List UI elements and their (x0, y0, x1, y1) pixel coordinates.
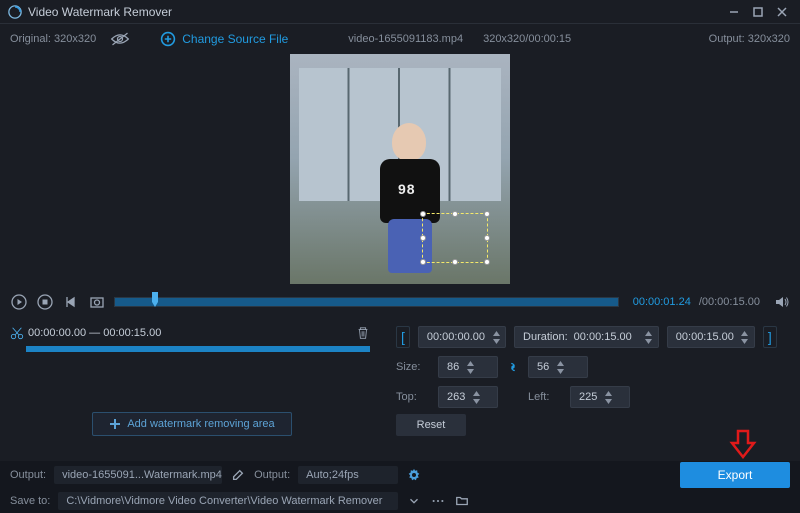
maximize-button[interactable] (748, 4, 768, 20)
step-forward-button[interactable] (62, 293, 80, 311)
volume-icon[interactable] (774, 294, 790, 310)
original-dims-label: Original: 320x320 (10, 33, 96, 45)
saveto-row: Save to: C:\Vidmore\Vidmore Video Conver… (0, 489, 800, 513)
reset-button[interactable]: Reset (396, 414, 466, 436)
video-preview (0, 54, 800, 288)
left-input[interactable]: 225 (570, 386, 630, 408)
open-folder-icon[interactable] (454, 493, 470, 509)
end-time-input[interactable]: 00:00:15.00 (667, 326, 755, 348)
time-current: 00:00:01.24 (633, 296, 691, 308)
segment-row[interactable]: 00:00:00.00 — 00:00:15.00 (10, 324, 370, 342)
snapshot-button[interactable] (88, 293, 106, 311)
saveto-label: Save to: (10, 495, 50, 507)
top-input[interactable]: 263 (438, 386, 498, 408)
app-title: Video Watermark Remover (28, 5, 720, 19)
time-total: /00:00:15.00 (699, 296, 760, 308)
seek-fill (115, 298, 618, 306)
segments-panel: 00:00:00.00 — 00:00:15.00 Add watermark … (0, 320, 380, 440)
output-label: Output: (10, 469, 46, 481)
size-row: Size: 86 56 (396, 354, 784, 380)
output-format-label: Output: (254, 469, 290, 481)
size-label: Size: (396, 361, 430, 373)
start-time-input[interactable]: 00:00:00.00 (418, 326, 506, 348)
seek-thumb[interactable] (150, 292, 160, 308)
height-input[interactable]: 56 (528, 356, 588, 378)
output-dims-label: Output: 320x320 (709, 33, 790, 45)
mid-panels: 00:00:00.00 — 00:00:15.00 Add watermark … (0, 320, 800, 440)
position-row: Top: 263 Left: 225 (396, 384, 784, 410)
stop-button[interactable] (36, 293, 54, 311)
plus-circle-icon (160, 31, 176, 47)
spin-down-icon[interactable] (491, 337, 501, 345)
source-bar: Original: 320x320 Change Source File vid… (0, 24, 800, 54)
set-end-button[interactable]: ] (763, 326, 777, 348)
segment-range: 00:00:00.00 — 00:00:15.00 (28, 327, 356, 339)
output-row: Output: video-1655091...Watermark.mp4 Ou… (0, 461, 800, 489)
bottom-bar: Output: video-1655091...Watermark.mp4 Ou… (0, 461, 800, 513)
properties-panel: [ 00:00:00.00 Duration:00:00:15.00 00:00… (380, 320, 800, 440)
source-filename: video-1655091183.mp4 (348, 33, 463, 45)
titlebar: Video Watermark Remover (0, 0, 800, 24)
minimize-button[interactable] (724, 4, 744, 20)
export-button[interactable]: Export (680, 462, 790, 488)
segment-bar[interactable] (26, 346, 370, 352)
add-watermark-area-button[interactable]: Add watermark removing area (92, 412, 292, 436)
output-filename[interactable]: video-1655091...Watermark.mp4 (54, 466, 222, 484)
link-aspect-icon[interactable] (506, 360, 520, 374)
spin-up-icon[interactable] (491, 329, 501, 337)
edit-output-name-icon[interactable] (230, 467, 246, 483)
more-options-icon[interactable] (430, 493, 446, 509)
cut-icon (10, 326, 24, 340)
preview-toggle-icon[interactable] (110, 32, 130, 46)
save-path-dropdown-icon[interactable] (406, 493, 422, 509)
plus-icon (109, 418, 121, 430)
play-button[interactable] (10, 293, 28, 311)
change-source-button[interactable]: Change Source File (160, 31, 288, 47)
source-dims-duration: 320x320/00:00:15 (483, 33, 571, 45)
top-label: Top: (396, 391, 430, 403)
set-start-button[interactable]: [ (396, 326, 410, 348)
app-logo-icon (8, 5, 22, 19)
seek-bar[interactable] (114, 297, 619, 307)
add-watermark-area-label: Add watermark removing area (127, 418, 274, 430)
change-source-label: Change Source File (182, 32, 288, 46)
duration-input[interactable]: Duration:00:00:15.00 (514, 326, 659, 348)
time-range-row: [ 00:00:00.00 Duration:00:00:15.00 00:00… (396, 324, 784, 350)
watermark-selection-box[interactable] (422, 213, 488, 264)
width-input[interactable]: 86 (438, 356, 498, 378)
delete-segment-icon[interactable] (356, 326, 370, 340)
video-frame[interactable] (290, 54, 510, 284)
save-path[interactable]: C:\Vidmore\Vidmore Video Converter\Video… (58, 492, 398, 510)
output-format[interactable]: Auto;24fps (298, 466, 398, 484)
left-label: Left: (528, 391, 562, 403)
transport-bar: 00:00:01.24/00:00:15.00 (0, 288, 800, 316)
close-button[interactable] (772, 4, 792, 20)
output-settings-icon[interactable] (406, 467, 422, 483)
